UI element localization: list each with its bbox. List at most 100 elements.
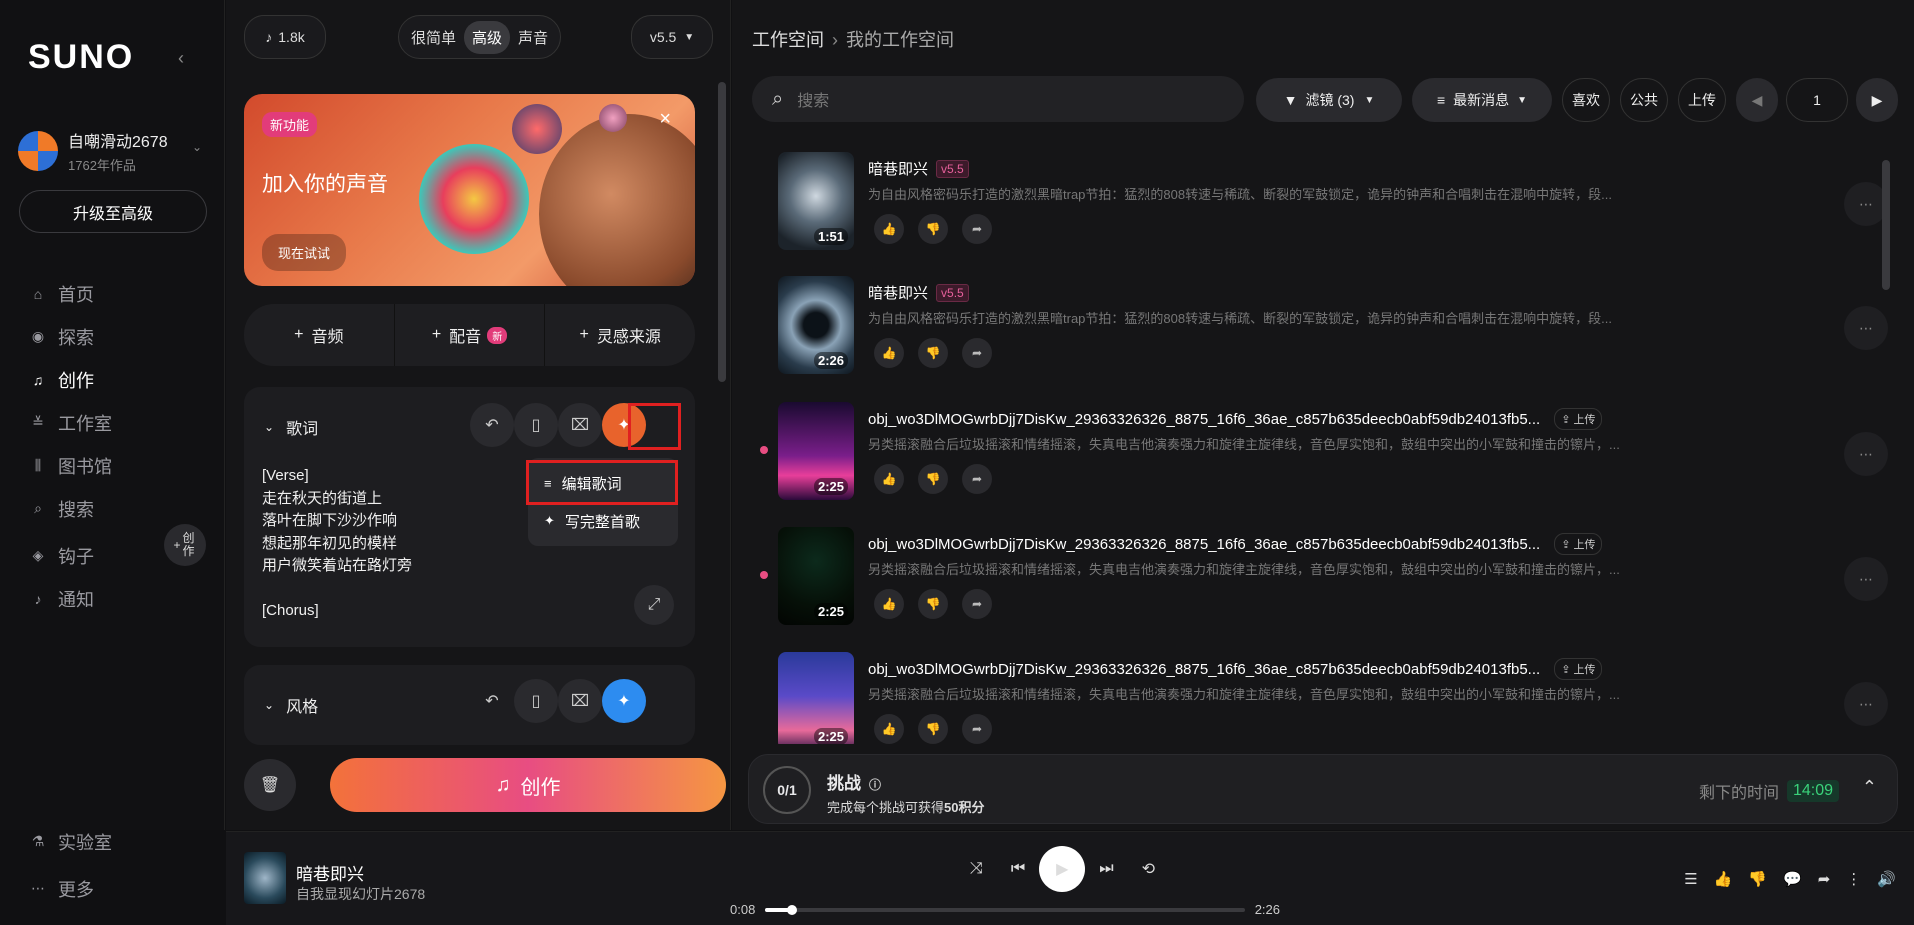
write-full-song-menu-item[interactable]: ✦ 写完整首歌 xyxy=(528,502,678,540)
song-title[interactable]: obj_wo3DlMOGwrbDjj7DisKw_29363326326_887… xyxy=(868,411,1540,428)
song-row[interactable]: 1:51 暗巷即兴 v5.5 为自由风格密码乐打造的激烈黑暗trap节拍：猛烈的8… xyxy=(778,152,1888,252)
previous-icon[interactable]: ⏮ xyxy=(1011,860,1025,878)
try-now-button[interactable]: 现在试试 xyxy=(262,234,347,271)
sidebar-item-studio[interactable]: ≚ 工作室 xyxy=(28,401,112,444)
thumbs-down-icon[interactable]: 👎 xyxy=(918,464,948,494)
share-icon[interactable]: ➦ xyxy=(962,714,992,744)
share-icon[interactable]: ➦ xyxy=(962,338,992,368)
expand-button[interactable]: ⤢ xyxy=(634,585,674,625)
lyrics-text[interactable]: [Verse] 走在秋天的街道上 落叶在脚下沙沙作响 想起那年初见的模样 用户微… xyxy=(262,465,412,622)
more-options-button[interactable]: ⋯ xyxy=(1844,432,1888,476)
thumbs-down-icon[interactable]: 👎 xyxy=(918,338,948,368)
undo-button[interactable]: ↶ xyxy=(470,403,514,447)
create-fab-button[interactable]: + 创作 xyxy=(164,524,206,566)
suno-logo[interactable]: SUNO xyxy=(28,38,134,77)
add-inspiration-button[interactable]: + 灵感来源 xyxy=(545,304,695,366)
credits-button[interactable]: ♪ 1.8k xyxy=(244,15,326,59)
sidebar-item-library[interactable]: ⫼ 图书馆 xyxy=(28,444,112,487)
song-title[interactable]: 暗巷即兴 xyxy=(868,158,928,179)
prev-page-button[interactable]: ◀ xyxy=(1736,78,1778,122)
lyrics-card-toggle[interactable]: ⌄ 歌词 xyxy=(264,415,318,439)
shuffle-icon[interactable]: ⤨ xyxy=(970,860,983,878)
upgrade-button[interactable]: 升级至高级 xyxy=(19,190,207,233)
filter-public-button[interactable]: 公共 xyxy=(1620,78,1668,122)
volume-icon[interactable]: 🔊 xyxy=(1877,870,1896,888)
song-cover[interactable]: 2:25 xyxy=(778,402,854,500)
chevron-down-icon[interactable]: ⌄ xyxy=(192,140,202,154)
thumbs-up-icon[interactable]: 👍 xyxy=(874,464,904,494)
filter-upload-button[interactable]: 上传 xyxy=(1678,78,1726,122)
song-cover[interactable]: 2:25 xyxy=(778,527,854,625)
sidebar-item-labs[interactable]: ⚗ 实验室 xyxy=(28,820,112,863)
sort-button[interactable]: ≡ 最新消息 ▼ xyxy=(1412,78,1552,122)
clear-button[interactable]: ⌧ xyxy=(558,403,602,447)
sidebar-item-search[interactable]: ⌕ 搜索 xyxy=(28,487,112,530)
mode-simple[interactable]: 很简单 xyxy=(403,21,464,54)
sidebar-item-home[interactable]: ⌂ 首页 xyxy=(28,272,112,315)
mode-advanced[interactable]: 高级 xyxy=(464,20,511,54)
sidebar-item-hooks[interactable]: ◈ 钩子 xyxy=(28,534,112,577)
sidebar-item-notifications[interactable]: ♪ 通知 xyxy=(28,577,112,620)
player-cover[interactable] xyxy=(244,852,286,904)
next-page-button[interactable]: ▶ xyxy=(1856,78,1898,122)
style-card-toggle[interactable]: ⌄ 风格 xyxy=(264,693,318,717)
filter-button[interactable]: ▼ 滤镜 (3) ▼ xyxy=(1256,78,1402,122)
more-options-button[interactable]: ⋯ xyxy=(1844,682,1888,726)
more-vertical-icon[interactable]: ⋮ xyxy=(1846,870,1861,888)
thumbs-down-icon[interactable]: 👎 xyxy=(1748,870,1767,888)
search-input[interactable]: ⌕ 搜索 xyxy=(752,76,1244,122)
scrollbar[interactable] xyxy=(718,82,726,382)
create-button[interactable]: ♫ 创作 xyxy=(330,758,726,812)
song-cover[interactable]: 2:26 xyxy=(778,276,854,374)
sidebar-item-create[interactable]: ♫ 创作 xyxy=(28,358,112,401)
thumbs-up-icon[interactable]: 👍 xyxy=(874,714,904,744)
song-row[interactable]: 2:25 obj_wo3DlMOGwrbDjj7DisKw_2936332632… xyxy=(778,652,1888,744)
song-row[interactable]: 2:26 暗巷即兴 v5.5 为自由风格密码乐打造的激烈黑暗trap节拍：猛烈的8… xyxy=(778,276,1888,376)
song-title[interactable]: obj_wo3DlMOGwrbDjj7DisKw_29363326326_887… xyxy=(868,661,1540,678)
more-options-button[interactable]: ⋯ xyxy=(1844,557,1888,601)
queue-icon[interactable]: ☰ xyxy=(1684,870,1697,888)
user-profile[interactable]: 自嘲滑动2678 1762年作品 xyxy=(18,128,168,174)
page-number-input[interactable]: 1 xyxy=(1786,78,1848,122)
song-cover[interactable]: 2:25 xyxy=(778,652,854,744)
player-artist[interactable]: 自我显现幻灯片2678 xyxy=(296,884,425,904)
comment-icon[interactable]: 💬 xyxy=(1783,870,1802,888)
info-icon[interactable]: ⓘ xyxy=(869,778,881,792)
thumbs-up-icon[interactable]: 👍 xyxy=(874,214,904,244)
version-select[interactable]: v5.5 ▼ xyxy=(631,15,713,59)
challenge-bar[interactable]: 0/1 挑战 ⓘ 完成每个挑战可获得50积分 剩下的时间 14:09 ⌃ xyxy=(748,754,1898,824)
undo-button[interactable]: ↶ xyxy=(470,679,514,723)
breadcrumb-current[interactable]: 我的工作空间 xyxy=(846,30,954,50)
sidebar-item-more[interactable]: ⋯ 更多 xyxy=(28,867,112,910)
breadcrumb-root[interactable]: 工作空间 xyxy=(752,30,824,50)
trash-button[interactable]: 🗑 xyxy=(244,759,296,811)
scrollbar[interactable] xyxy=(1882,160,1890,290)
clear-button[interactable]: ⌧ xyxy=(558,679,602,723)
progress-bar[interactable] xyxy=(765,904,1245,915)
chevron-up-icon[interactable]: ⌃ xyxy=(1862,777,1877,798)
bookmark-button[interactable]: ▯ xyxy=(514,679,558,723)
repeat-icon[interactable]: ⟲ xyxy=(1142,859,1155,879)
filter-liked-button[interactable]: 喜欢 xyxy=(1562,78,1610,122)
song-row[interactable]: 2:25 obj_wo3DlMOGwrbDjj7DisKw_2936332632… xyxy=(760,402,1888,502)
thumbs-down-icon[interactable]: 👎 xyxy=(918,214,948,244)
magic-wand-button[interactable]: ✦ xyxy=(602,679,646,723)
song-title[interactable]: obj_wo3DlMOGwrbDjj7DisKw_29363326326_887… xyxy=(868,536,1540,553)
add-audio-button[interactable]: + 音频 xyxy=(244,304,395,366)
song-title[interactable]: 暗巷即兴 xyxy=(868,282,928,303)
sidebar-item-explore[interactable]: ◉ 探索 xyxy=(28,315,112,358)
bookmark-button[interactable]: ▯ xyxy=(514,403,558,447)
next-icon[interactable]: ⏭ xyxy=(1099,860,1113,878)
add-voiceover-button[interactable]: + 配音新 xyxy=(395,304,546,366)
thumbs-up-icon[interactable]: 👍 xyxy=(1714,870,1733,888)
play-button[interactable]: ▶ xyxy=(1039,846,1086,892)
mode-voice[interactable]: 声音 xyxy=(510,21,556,54)
thumbs-down-icon[interactable]: 👎 xyxy=(918,714,948,744)
player-song-title[interactable]: 暗巷即兴 xyxy=(296,860,364,885)
more-options-button[interactable]: ⋯ xyxy=(1844,306,1888,350)
song-row[interactable]: 2:25 obj_wo3DlMOGwrbDjj7DisKw_2936332632… xyxy=(760,527,1888,627)
share-icon[interactable]: ➦ xyxy=(962,214,992,244)
thumbs-down-icon[interactable]: 👎 xyxy=(918,589,948,619)
song-cover[interactable]: 1:51 xyxy=(778,152,854,250)
thumbs-up-icon[interactable]: 👍 xyxy=(874,589,904,619)
